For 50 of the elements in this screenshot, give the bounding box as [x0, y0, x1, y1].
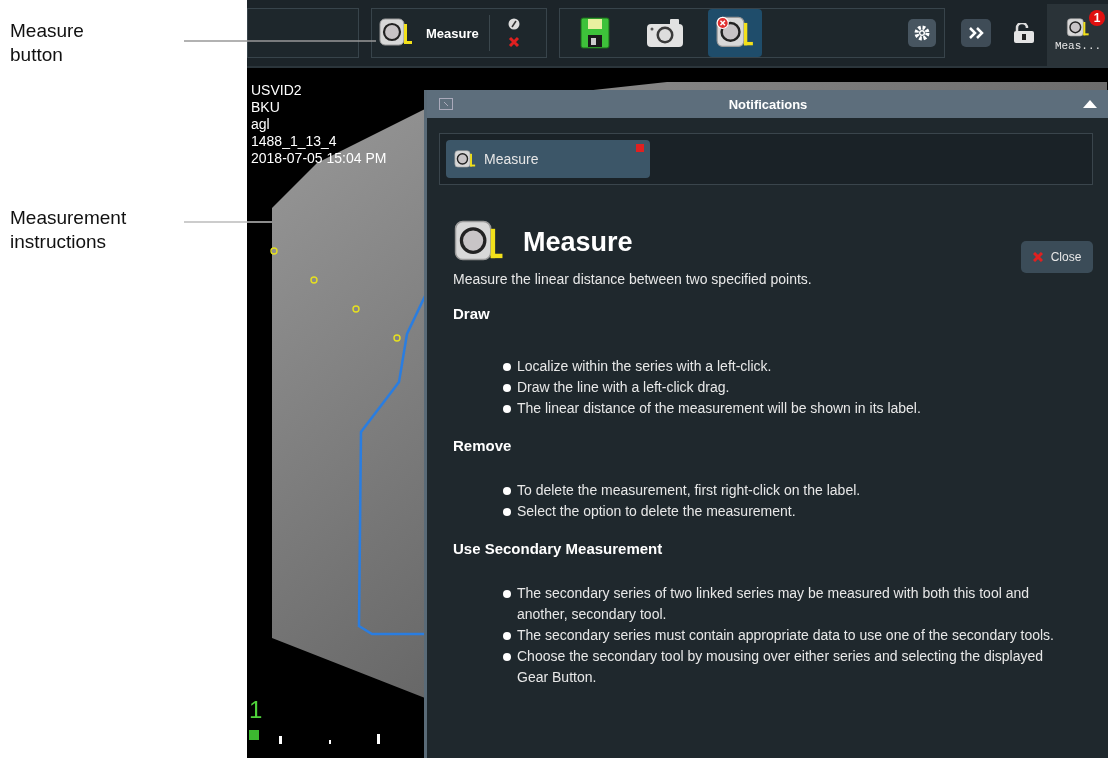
expand-button[interactable]: [961, 19, 991, 47]
tape-measure-icon: [378, 18, 414, 48]
bullet-icon: [503, 653, 511, 661]
bullet-icon: [503, 384, 511, 392]
bullet-icon: [503, 590, 511, 598]
tape-measure-icon: [1066, 18, 1090, 38]
notification-button[interactable]: Meas... 1: [1047, 4, 1108, 66]
collapse-icon[interactable]: [1083, 100, 1097, 108]
bullet-icon: [503, 632, 511, 640]
pencil-icon[interactable]: [507, 18, 520, 30]
settings-icon: [914, 25, 930, 41]
section-heading: Use Secondary Measurement: [453, 540, 664, 557]
lock-icon[interactable]: [1013, 23, 1035, 43]
instruction-text: To delete the measurement, first right-click on the label.: [517, 481, 861, 500]
bullet-icon: [503, 487, 511, 495]
instruction-text: The secondary series must contain appropriate data to use one of the secondary tools.: [517, 626, 1054, 645]
measure-button[interactable]: [708, 9, 762, 57]
callout-label: Measurement instructions: [10, 206, 128, 254]
close-button[interactable]: Close: [1021, 241, 1093, 273]
instruction-text: The secondary series of two linked series may be measured with both this tool and another, secondary tool.: [517, 584, 1031, 624]
close-icon: [1032, 252, 1043, 262]
double-chevron-icon: [967, 26, 985, 40]
bullet-icon: [503, 405, 511, 413]
tape-measure-icon: [454, 149, 476, 169]
notification-tab[interactable]: Measure: [446, 140, 650, 178]
instruction-text: Draw the line with a left-click drag.: [517, 378, 730, 397]
tape-measure-icon: [716, 16, 754, 50]
close-icon[interactable]: [507, 36, 520, 48]
callout-label: Measure button: [10, 19, 85, 67]
instruction-text: Localize within the series with a left-click.: [517, 357, 772, 376]
image-overlay-text: USVID2: [251, 82, 303, 99]
measure-button[interactable]: Measure: [378, 18, 479, 48]
bullet-icon: [503, 363, 511, 371]
image-overlay-text: agl: [251, 116, 271, 133]
panel-title: Notifications: [727, 96, 809, 112]
bullet-icon: [503, 508, 511, 516]
instruction-text: Select the option to delete the measurement.: [517, 502, 796, 521]
description-text: Measure the linear distance between two specified points.: [453, 271, 813, 287]
image-overlay-text: 1488_1_13_4: [251, 133, 338, 150]
section-heading: Draw: [453, 305, 491, 322]
section-heading: Remove: [453, 437, 513, 454]
image-overlay-text: 2018-07-05 15:04 PM: [251, 150, 387, 167]
instruction-text: The linear distance of the measurement will be shown in its label.: [517, 399, 921, 418]
frame-number: 1: [249, 696, 263, 724]
instruction-text: Choose the secondary tool by mousing over either series and selecting the displayed Gear Button.: [517, 647, 1045, 687]
camera-icon: [646, 18, 684, 48]
image-overlay-text: BKU: [251, 99, 281, 116]
settings-button[interactable]: [908, 19, 936, 47]
count-badge: 1: [1089, 10, 1105, 26]
tool-heading: Measure: [523, 226, 633, 258]
